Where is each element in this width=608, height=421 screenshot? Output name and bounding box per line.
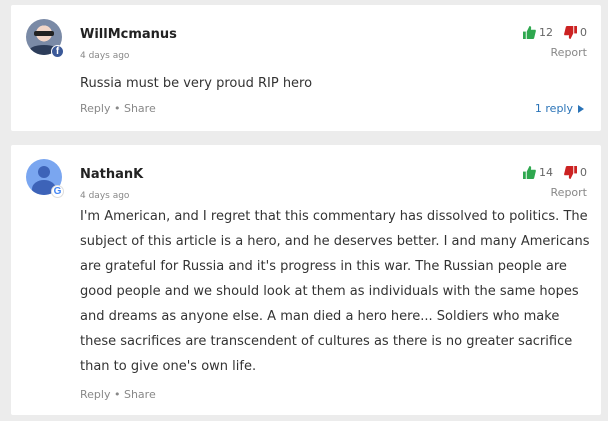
google-badge-icon: G <box>51 185 64 198</box>
comment-card: G NathanK 4 days ago I'm American, and I… <box>11 145 601 415</box>
report-link[interactable]: Report <box>551 46 587 59</box>
separator: • <box>113 102 121 115</box>
triangle-right-icon <box>578 104 584 113</box>
upvote-count: 12 <box>539 26 553 39</box>
upvote-button[interactable]: 12 <box>523 26 553 39</box>
reply-link[interactable]: Reply <box>80 102 110 115</box>
downvote-count: 0 <box>580 26 587 39</box>
report-link[interactable]: Report <box>551 186 587 199</box>
thumbs-up-icon <box>523 26 536 39</box>
author-name[interactable]: NathanK <box>80 167 143 182</box>
facebook-badge-icon: f <box>51 45 64 58</box>
downvote-button[interactable]: 0 <box>564 26 587 39</box>
reply-link[interactable]: Reply <box>80 388 110 401</box>
view-replies-link[interactable]: 1 reply <box>535 102 584 115</box>
thumbs-down-icon <box>564 166 577 179</box>
separator: • <box>113 388 121 401</box>
thumbs-down-icon <box>564 26 577 39</box>
vote-controls: 14 0 <box>523 166 587 179</box>
comment-text: I'm American, and I regret that this com… <box>80 209 590 374</box>
comment-card: f WillMcmanus 4 days ago Russia must be … <box>11 5 601 131</box>
timestamp: 4 days ago <box>80 191 130 201</box>
share-link[interactable]: Share <box>124 388 156 401</box>
downvote-button[interactable]: 0 <box>564 166 587 179</box>
replies-label: 1 reply <box>534 102 573 115</box>
timestamp: 4 days ago <box>80 51 130 61</box>
comment-actions: Reply • Share <box>80 388 156 401</box>
comment-actions: Reply • Share <box>80 102 156 115</box>
vote-controls: 12 0 <box>523 26 587 39</box>
downvote-count: 0 <box>580 166 587 179</box>
author-name[interactable]: WillMcmanus <box>80 27 177 42</box>
comment-text: Russia must be very proud RIP hero <box>80 76 313 91</box>
upvote-count: 14 <box>539 166 553 179</box>
thumbs-up-icon <box>523 166 536 179</box>
upvote-button[interactable]: 14 <box>523 166 553 179</box>
share-link[interactable]: Share <box>124 102 156 115</box>
